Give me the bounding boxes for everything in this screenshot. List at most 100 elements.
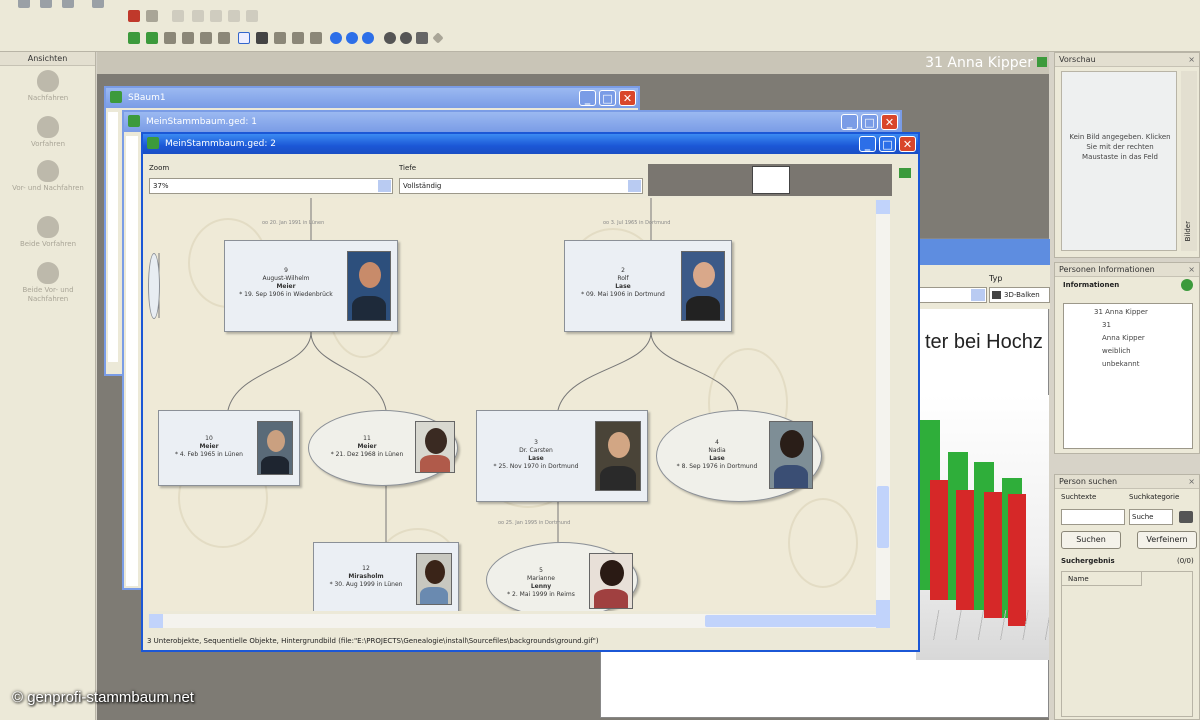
delete-icon[interactable] [228, 10, 240, 22]
maximize-button[interactable]: □ [599, 90, 616, 106]
window-sbaum1-titlebar[interactable]: SBaum1 _ □ ✕ [106, 88, 638, 108]
settings-icon[interactable] [310, 32, 322, 44]
view-ancestors[interactable]: Vorfahren [6, 116, 90, 149]
new-icon[interactable] [18, 0, 30, 8]
report-icon[interactable] [292, 32, 304, 44]
zoom-in-icon[interactable] [330, 32, 342, 44]
background-preview[interactable] [648, 164, 892, 196]
close-button[interactable]: ✕ [881, 114, 898, 130]
close-icon[interactable]: × [1188, 53, 1195, 67]
person-card-4[interactable]: 4 Nadia Lase * 8. Sep 1976 in Dortmund [656, 410, 822, 502]
cut-icon[interactable] [192, 10, 204, 22]
preview-empty-text: Kein Bild angegeben. Klicken Sie mit der… [1069, 133, 1171, 161]
photo-icon[interactable] [256, 32, 268, 44]
person-card-11[interactable]: 11 Meier * 21. Dez 1968 in Lünen [308, 410, 458, 486]
person-name: Meier [199, 443, 219, 450]
scroll-thumb[interactable] [877, 486, 889, 548]
close-icon[interactable]: × [1188, 475, 1195, 489]
rotate-left-icon[interactable] [384, 32, 396, 44]
grid-icon[interactable] [218, 32, 230, 44]
close-button[interactable]: ✕ [899, 136, 916, 152]
scroll-right-button[interactable] [876, 614, 890, 628]
person-card-2[interactable]: 2 Rolf Lase * 09. Mai 1906 in Dortmund [564, 240, 732, 332]
person-card-text: 5 Marianne Lenny * 2. Mai 1999 in Reims [493, 567, 589, 599]
person-add-icon[interactable] [128, 32, 140, 44]
person-icon[interactable] [899, 168, 911, 178]
window-stammbaum-2-titlebar[interactable]: MeinStammbaum.ged: 2 _ □ ✕ [143, 134, 918, 154]
scroll-down-button[interactable] [876, 600, 890, 614]
maximize-button[interactable]: □ [879, 136, 896, 152]
window-stammbaum-1-titlebar[interactable]: MeinStammbaum.ged: 1 _ □ ✕ [124, 112, 900, 132]
print-icon[interactable] [92, 0, 104, 8]
person-card-5[interactable]: 5 Marianne Lenny * 2. Mai 1999 in Reims [486, 542, 638, 611]
edit-icon[interactable] [128, 10, 140, 22]
chevron-down-icon [378, 180, 391, 192]
person-birth: * 2. Mai 1999 in Reims [507, 591, 575, 598]
horizontal-scrollbar[interactable] [149, 614, 890, 628]
filter-icon[interactable] [164, 32, 176, 44]
chart-icon[interactable] [274, 32, 286, 44]
tree-node-person[interactable]: 31 Anna Kipper [1094, 306, 1192, 319]
person-card-9[interactable]: 9 August-Wilhelm Meier * 19. Sep 1906 in… [224, 240, 398, 332]
depth-select[interactable]: Vollständig [399, 178, 643, 194]
family-tree-canvas[interactable]: oo 20. Jan 1991 in Lünen oo 3. Jul 1965 … [148, 198, 875, 611]
person-card-partial[interactable] [148, 253, 160, 319]
person-number: 5 [539, 567, 543, 574]
zoom-out-icon[interactable] [346, 32, 358, 44]
search-category-select[interactable]: Suche [1129, 509, 1173, 525]
zoom-select[interactable]: 37% [149, 178, 393, 194]
rotate-right-icon[interactable] [400, 32, 412, 44]
binoculars-icon[interactable] [1179, 511, 1193, 523]
pencil-icon[interactable] [146, 10, 158, 22]
paste-icon[interactable] [210, 10, 222, 22]
view-both-ancestors-descendants[interactable]: Beide Vor- und Nachfahren [6, 262, 90, 304]
list-icon[interactable] [182, 32, 194, 44]
tree-icon [37, 262, 59, 284]
scroll-up-button[interactable] [876, 200, 890, 214]
person-card-12[interactable]: 12 Mirasholm * 30. Aug 1999 in Lünen [313, 542, 459, 611]
search-result-list[interactable]: Name [1061, 571, 1193, 717]
tree-icon [37, 216, 59, 238]
maximize-button[interactable]: □ [861, 114, 878, 130]
minimize-button[interactable]: _ [579, 90, 596, 106]
scroll-thumb-horizontal[interactable] [705, 615, 877, 627]
images-tab[interactable]: Bilder [1181, 71, 1197, 251]
vertical-scrollbar[interactable] [876, 200, 890, 614]
open-icon[interactable] [40, 0, 52, 8]
person-birth: * 30. Aug 1999 in Lünen [329, 581, 403, 588]
range-select[interactable] [911, 287, 987, 303]
font-icon[interactable] [416, 32, 428, 44]
person-card-10[interactable]: 10 Meier * 4. Feb 1965 in Lünen [158, 410, 300, 486]
search-input[interactable] [1061, 509, 1125, 525]
zoom-label: Zoom [149, 164, 170, 172]
preview-image-box[interactable]: Kein Bild angegeben. Klicken Sie mit der… [1061, 71, 1177, 251]
person-search-panel: Person suchen × Suchtexte Suchkategorie … [1054, 474, 1200, 720]
save-icon[interactable] [62, 0, 74, 8]
copy-icon[interactable] [172, 10, 184, 22]
type-label: Typ [989, 274, 1003, 283]
view-ancestors-descendants[interactable]: Vor- und Nachfahren [6, 160, 90, 193]
scroll-left-button[interactable] [149, 614, 163, 628]
zoom-fit-icon[interactable] [362, 32, 374, 44]
view-both-ancestors[interactable]: Beide Vorfahren [6, 216, 90, 249]
child-add-icon[interactable] [146, 32, 158, 44]
type-select[interactable]: 3D-Balken [989, 287, 1050, 303]
person-card-text: 12 Mirasholm * 30. Aug 1999 in Lünen [316, 565, 416, 589]
diamond-icon[interactable] [432, 32, 444, 44]
tree-view-icon[interactable] [238, 32, 250, 44]
info-icon[interactable] [1181, 279, 1193, 291]
result-column-name[interactable]: Name [1062, 572, 1142, 586]
refine-button[interactable]: Verfeinern [1137, 531, 1197, 549]
workspace-titlebar: 31 Anna Kipper [97, 52, 1049, 74]
search-button[interactable]: Suchen [1061, 531, 1121, 549]
person-card-3[interactable]: 3 Dr. Carsten Lase * 25. Nov 1970 in Dor… [476, 410, 648, 502]
preview-panel: Vorschau × Kein Bild angegeben. Klicken … [1054, 52, 1200, 258]
window-stammbaum-1-content [126, 136, 138, 586]
window-icon[interactable] [200, 32, 212, 44]
minimize-button[interactable]: _ [859, 136, 876, 152]
close-icon[interactable]: × [1188, 263, 1195, 277]
undo-icon[interactable] [246, 10, 258, 22]
minimize-button[interactable]: _ [841, 114, 858, 130]
close-button[interactable]: ✕ [619, 90, 636, 106]
view-descendants[interactable]: Nachfahren [6, 70, 90, 103]
